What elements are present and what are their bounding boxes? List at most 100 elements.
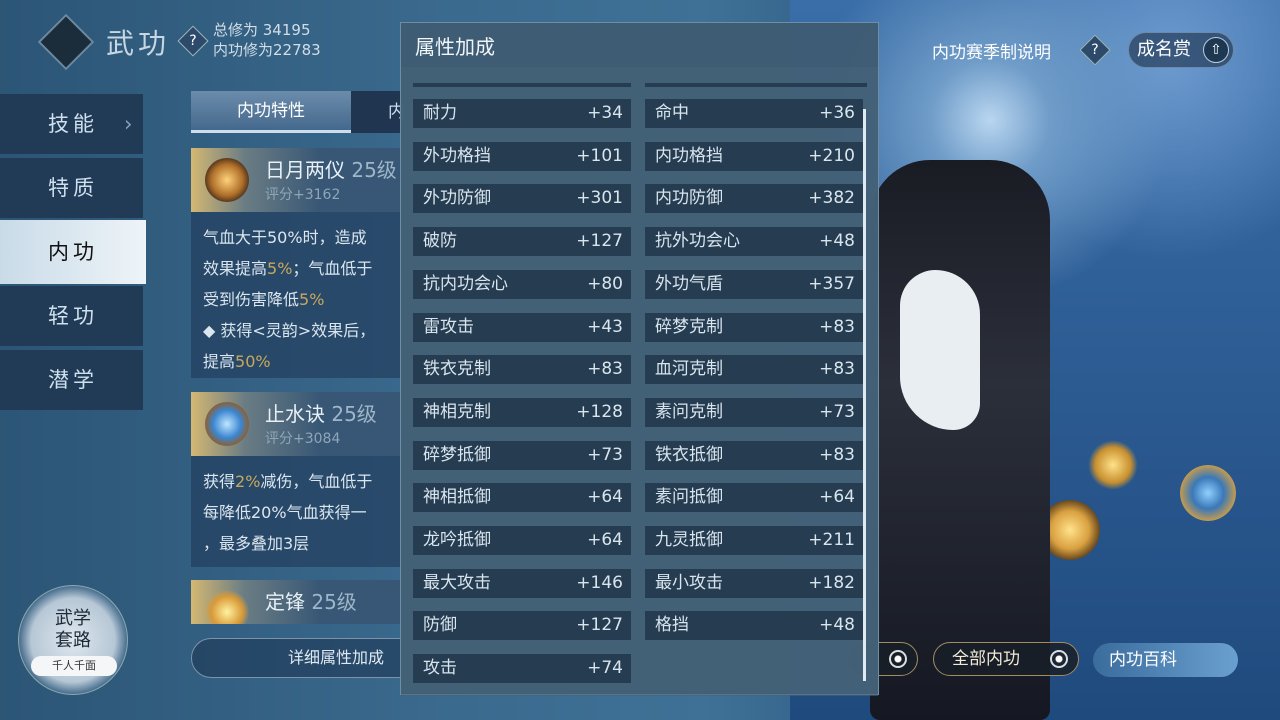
attribute-label: 内功防御 [655, 188, 723, 209]
desc-line: 受到伤害降低5% [203, 290, 325, 309]
attribute-row: 破防 +127 [413, 227, 631, 257]
attribute-row: 碎梦克制 +83 [645, 312, 863, 342]
radio-icon [889, 650, 907, 668]
scrollbar[interactable] [863, 109, 866, 681]
attribute-value: +73 [819, 401, 855, 422]
inner-skill-slot-icon[interactable] [1180, 465, 1236, 521]
attribute-row: 九灵抵御 +211 [645, 526, 863, 555]
attribute-row: 血河克制 +83 [645, 355, 863, 385]
attribute-label: 耐力 [423, 103, 457, 123]
sidebar-label: 轻功 [48, 304, 98, 328]
attribute-value: +64 [819, 487, 855, 508]
attribute-value: +48 [819, 615, 855, 636]
attribute-row: 铁衣抵御 +83 [645, 440, 863, 470]
attribute-row: 外功格挡 +101 [413, 141, 631, 171]
attribute-label: 龙吟抵御 [423, 530, 491, 550]
sidebar-label: 特质 [48, 176, 98, 200]
still-water-skill-icon [205, 402, 249, 446]
attribute-value: +127 [576, 615, 623, 636]
attribute-label: 命中 [655, 103, 689, 123]
sidebar-item-skills[interactable]: 技能 › [0, 94, 143, 154]
attribute-label: 雷攻击 [423, 316, 474, 337]
arrow-up-icon: ⇧ [1203, 37, 1229, 63]
inner-cultivation: 内功修为22783 [213, 41, 321, 59]
attribute-value: +48 [819, 231, 855, 252]
skill-card[interactable]: 日月两仪 25级 评分+3162 气血大于50%时，造成 效果提高5%；气血低于… [191, 148, 406, 378]
attribute-label: 外功气盾 [655, 273, 723, 294]
desc-line: 获得2%减伤，气血低于 [203, 472, 373, 491]
fame-reward-label: 成名赏 [1137, 39, 1191, 60]
attribute-row: 最小攻击 +182 [645, 568, 863, 598]
tab-inner-traits[interactable]: 内功特性 [191, 91, 351, 133]
attribute-row: 抗外功会心 +48 [645, 227, 863, 257]
attribute-label: 碎梦克制 [655, 316, 723, 337]
skill-name: 止水诀 25级 [265, 398, 377, 427]
attribute-value: +210 [808, 145, 855, 166]
attribute-value: +127 [576, 231, 623, 252]
attribute-row: 内功格挡 +210 [645, 141, 863, 171]
sidebar-item-traits[interactable]: 特质 [0, 158, 143, 218]
attribute-label: 素问抵御 [655, 487, 723, 508]
sidebar-item-lightness[interactable]: 轻功 [0, 286, 143, 346]
attribute-value: +83 [819, 316, 855, 337]
desc-line: 气血大于50%时，造成 [203, 228, 367, 247]
attribute-label: 外功格挡 [423, 145, 491, 166]
attribute-row: 命中 +36 [645, 99, 863, 128]
attribute-value: +211 [808, 530, 855, 550]
sidebar-item-latent[interactable]: 潜学 [0, 350, 143, 410]
attribute-label: 抗外功会心 [655, 231, 740, 252]
attribute-row: 外功防御 +301 [413, 184, 631, 214]
skill-score: 评分+3084 [265, 431, 341, 447]
skill-card[interactable]: 止水诀 25级 评分+3084 获得2%减伤，气血低于 每降低20%气血获得一 … [191, 392, 406, 567]
inner-skill-encyclopedia-button[interactable]: 内功百科 [1093, 643, 1238, 677]
attribute-value: +36 [819, 103, 855, 123]
sidebar-label: 内功 [48, 240, 98, 264]
attribute-value: +83 [819, 359, 855, 380]
attribute-label: 格挡 [655, 615, 689, 636]
attribute-value: +146 [576, 572, 623, 593]
desc-line: ，最多叠加3层 [203, 534, 310, 553]
attribute-label: 内功格挡 [655, 145, 723, 166]
skill-title: 定锋 [265, 590, 305, 614]
attribute-row: 雷攻击 +43 [413, 312, 631, 342]
attribute-label: 九灵抵御 [655, 530, 723, 550]
martial-route-subtitle: 千人千面 [31, 656, 117, 676]
help-glyph: ? [189, 33, 197, 49]
attribute-row: 龙吟抵御 +64 [413, 526, 631, 555]
all-inner-skills-button[interactable]: 全部内功 [933, 642, 1079, 676]
martial-route-button[interactable]: 武学 套路 千人千面 [18, 585, 128, 695]
season-info-link[interactable]: 内功赛季制说明 [932, 38, 1051, 63]
attribute-value: +301 [576, 188, 623, 209]
total-cultivation: 总修为 34195 [213, 21, 311, 39]
attribute-value: +83 [587, 359, 623, 380]
martial-arts-logo-icon [37, 13, 95, 71]
attribute-value: +43 [587, 316, 623, 337]
attribute-value: +64 [587, 487, 623, 508]
attribute-value: +182 [808, 572, 855, 593]
panel-title: 属性加成 [415, 35, 495, 59]
skill-level: 25级 [331, 402, 377, 426]
attribute-value: +128 [576, 401, 623, 422]
attribute-value: +34 [587, 103, 623, 123]
attribute-label: 素问克制 [655, 401, 723, 422]
attribute-value: +83 [819, 444, 855, 465]
divider [645, 83, 867, 87]
detailed-attributes-button[interactable]: 详细属性加成 [191, 638, 406, 678]
skill-description: 气血大于50%时，造成 效果提高5%；气血低于 受到伤害降低5% ◆ 获得<灵韵… [203, 222, 403, 377]
help-icon[interactable]: ? [177, 25, 209, 57]
desc-line: ◆ 获得<灵韵>效果后， [203, 321, 376, 340]
sidebar-item-inner-skill[interactable]: 内功 [0, 220, 146, 284]
inner-skill-slot-icon[interactable] [1088, 440, 1138, 490]
attribute-value: +101 [576, 145, 623, 166]
martial-route-title: 武学 套路 [55, 608, 91, 651]
attribute-value: +357 [808, 273, 855, 294]
fame-reward-button[interactable]: 成名赏 ⇧ [1128, 32, 1234, 68]
attribute-label: 防御 [423, 615, 457, 636]
attribute-label: 破防 [423, 231, 457, 252]
radio-icon [1050, 650, 1068, 668]
attribute-value: +73 [587, 444, 623, 465]
skill-card[interactable]: 定锋 25级 [191, 580, 406, 624]
attribute-row: 外功气盾 +357 [645, 269, 863, 299]
sun-moon-skill-icon [205, 158, 249, 202]
encyclopedia-label: 内功百科 [1109, 650, 1177, 670]
